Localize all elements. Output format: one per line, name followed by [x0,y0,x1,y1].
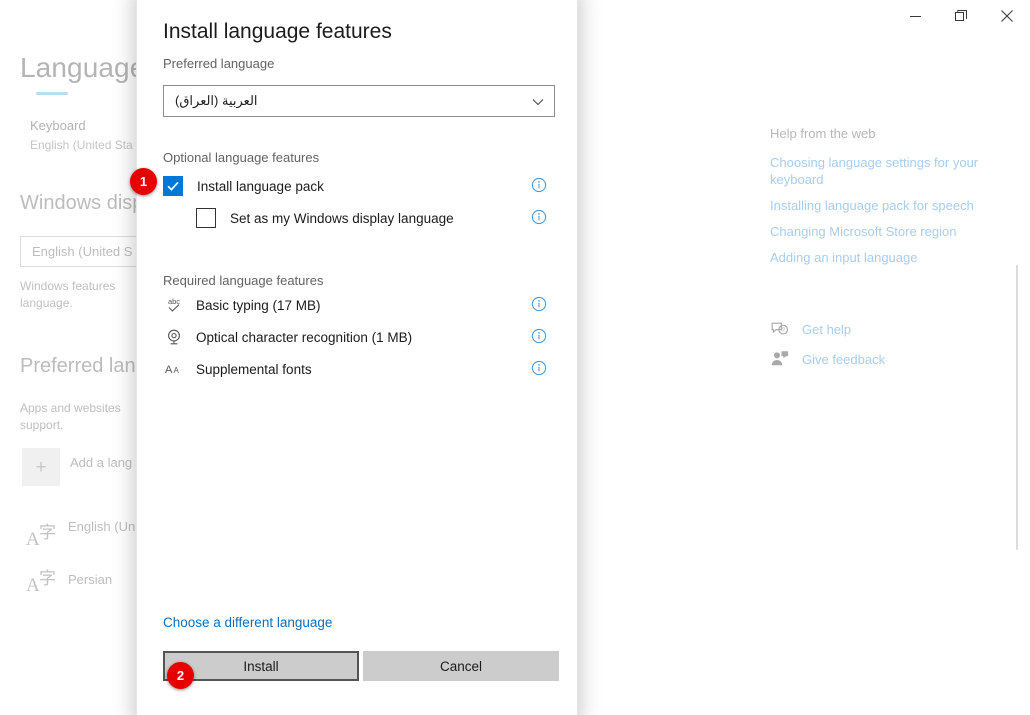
info-icon[interactable] [531,360,547,376]
help-panel: Help from the web Choosing language sett… [770,126,1010,374]
optical-character-recognition-label: Optical character recognition (1 MB) [196,329,413,345]
language-list-item-label: English (Un [68,519,136,534]
help-link-store-region[interactable]: Changing Microsoft Store region [770,223,1010,240]
language-glyph-icon: A 字 [22,512,62,552]
dialog-title: Install language features [163,20,392,43]
set-as-display-language-label: Set as my Windows display language [230,210,454,226]
info-icon[interactable] [531,209,547,225]
install-language-pack-label: Install language pack [197,178,324,194]
help-link-speech-pack[interactable]: Installing language pack for speech [770,197,1010,214]
minimize-button[interactable] [892,0,938,32]
required-features-heading: Required language features [163,273,324,288]
info-icon[interactable] [531,296,547,312]
page-scrollbar[interactable] [1016,265,1018,550]
preferred-languages-heading: Preferred lang [20,355,147,377]
help-panel-heading: Help from the web [770,126,876,141]
info-icon[interactable] [531,328,547,344]
step-badge-2: 2 [167,662,194,689]
preferred-language-label: Preferred language [163,56,275,71]
basic-typing-row: abc Basic typing (17 MB) [163,292,321,318]
keyboard-value: English (United Sta [30,138,133,152]
choose-different-language-link[interactable]: Choose a different language [163,615,332,630]
install-language-pack-checkbox[interactable] [163,176,183,196]
install-language-features-dialog: Install language features Preferred lang… [136,0,578,715]
keyboard-label: Keyboard [30,118,86,133]
info-icon[interactable] [531,177,547,193]
step-badge-1: 1 [130,168,157,195]
close-button[interactable] [984,0,1030,32]
cancel-button[interactable]: Cancel [363,651,559,681]
add-language-label: Add a lang [70,455,133,470]
plus-icon: + [35,456,47,478]
page-title-accent-underline [36,92,68,95]
close-icon [1001,10,1013,22]
set-as-display-language-checkbox[interactable] [196,208,216,228]
svg-text:字: 字 [39,523,56,543]
basic-typing-label: Basic typing (17 MB) [196,297,321,313]
fonts-icon: A A [163,359,185,379]
install-language-pack-row[interactable]: Install language pack [163,173,324,199]
give-feedback-icon [770,349,790,369]
basic-typing-icon: abc [163,295,185,315]
give-feedback-label: Give feedback [802,351,886,367]
optical-character-recognition-row: Optical character recognition (1 MB) [163,324,412,350]
restore-icon [955,10,967,22]
preferred-language-dropdown[interactable]: العربية (العراق) [163,85,555,117]
windows-display-heading: Windows disp [20,192,144,214]
give-feedback-action[interactable]: Give feedback [770,344,1010,374]
preferred-language-value: العربية (العراق) [175,93,258,108]
svg-text:A: A [26,529,40,550]
minimize-icon [909,11,921,22]
page-title: Language [20,52,146,83]
optional-features-heading: Optional language features [163,150,320,165]
svg-text:A: A [165,364,173,376]
help-link-input-language[interactable]: Adding an input language [770,249,1010,266]
get-help-action[interactable]: ? Get help [770,314,1010,344]
svg-text:A: A [174,366,180,375]
get-help-icon: ? [770,319,790,339]
set-as-display-language-row[interactable]: Set as my Windows display language [196,205,454,231]
svg-text:A: A [26,575,40,596]
supplemental-fonts-label: Supplemental fonts [196,361,312,377]
help-link-keyboard-settings[interactable]: Choosing language settings for your keyb… [770,154,1002,188]
chevron-down-icon [531,95,545,114]
svg-text:字: 字 [39,569,56,589]
language-list-item-label: Persian [68,572,113,587]
windows-display-language-value: English (United S [32,244,133,259]
add-language-button[interactable]: + [22,448,60,486]
window-controls [892,0,1030,32]
supplemental-fonts-row: A A Supplemental fonts [163,356,312,382]
get-help-label: Get help [802,321,852,337]
app-window: Language Keyboard English (United Sta Wi… [0,0,1030,715]
ocr-icon [163,327,185,347]
language-glyph-icon: A 字 [22,558,62,598]
restore-button[interactable] [938,0,984,32]
